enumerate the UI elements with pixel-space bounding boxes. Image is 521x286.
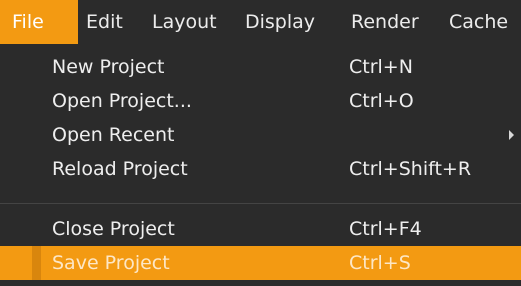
menubar-display[interactable]: Display (245, 0, 315, 44)
menu-item-label: Open Recent (52, 124, 175, 146)
menu-item-label: New Project (52, 56, 165, 78)
menu-item-open-project[interactable]: Open Project... Ctrl+O (0, 84, 521, 118)
menu-item-new-project[interactable]: New Project Ctrl+N (0, 50, 521, 84)
menu-item-shortcut: Ctrl+N (349, 56, 413, 78)
menubar-cache[interactable]: Cache (449, 0, 508, 44)
menu-item-label: Close Project (52, 218, 175, 240)
menu-item-shortcut: Ctrl+S (349, 252, 411, 274)
menubar-file[interactable]: File (0, 0, 78, 44)
menu-item-open-recent[interactable]: Open Recent (0, 118, 521, 152)
submenu-arrow-icon (509, 130, 514, 140)
menu-item-shortcut: Ctrl+O (349, 90, 414, 112)
menu-bar: File Edit Layout Display Render Cache (0, 0, 521, 44)
selection-indicator (32, 246, 41, 280)
menu-item-label: Save Project (52, 252, 170, 274)
menubar-edit[interactable]: Edit (86, 0, 123, 44)
menu-separator (0, 203, 521, 204)
menu-item-reload-project[interactable]: Reload Project Ctrl+Shift+R (0, 152, 521, 186)
menu-item-close-project[interactable]: Close Project Ctrl+F4 (0, 212, 521, 246)
menu-item-shortcut: Ctrl+Shift+R (349, 158, 472, 180)
menubar-render[interactable]: Render (351, 0, 419, 44)
menu-item-label: Open Project... (52, 90, 192, 112)
menu-item-save-project[interactable]: Save Project Ctrl+S (0, 246, 521, 280)
menubar-layout[interactable]: Layout (152, 0, 217, 44)
menu-item-shortcut: Ctrl+F4 (349, 218, 422, 240)
file-menu-dropdown: New Project Ctrl+N Open Project... Ctrl+… (0, 44, 521, 286)
menu-item-label: Reload Project (52, 158, 188, 180)
